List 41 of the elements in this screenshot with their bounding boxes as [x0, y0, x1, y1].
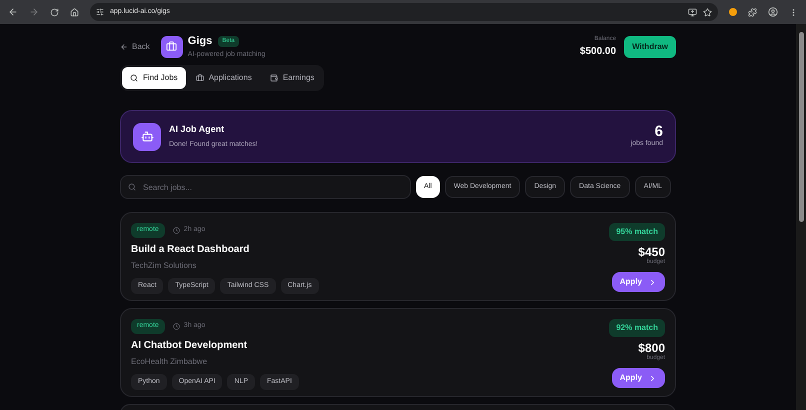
back-link[interactable]: Back — [120, 40, 150, 52]
wallet-icon — [270, 74, 278, 82]
apply-button[interactable]: Apply — [612, 368, 665, 388]
jobs-count: 6 — [654, 124, 663, 139]
extensions-icon[interactable] — [748, 8, 757, 16]
page-title: Gigs — [188, 34, 212, 49]
company-name: TechZim Solutions — [131, 260, 198, 272]
match-badge: 95% match — [609, 223, 665, 241]
tab[interactable]: Applications — [188, 67, 260, 89]
tab[interactable]: Earnings — [262, 67, 322, 89]
search-field[interactable]: Search jobs... — [120, 175, 411, 199]
balance-amount: $500.00 — [580, 44, 616, 58]
clock-icon — [172, 322, 180, 330]
tab[interactable]: Find Jobs — [122, 67, 186, 89]
briefcase-icon — [160, 36, 183, 58]
job-title: AI Chatbot Development — [131, 338, 248, 352]
reload-icon[interactable] — [50, 8, 59, 16]
back-icon[interactable] — [8, 7, 18, 17]
briefcase-icon — [196, 74, 204, 82]
budget-amount: $800 — [638, 342, 665, 354]
apply-button[interactable]: Apply — [612, 272, 665, 292]
job-title: Build a React Dashboard — [131, 242, 250, 256]
bookmark-star-icon[interactable] — [703, 8, 712, 16]
home-icon[interactable] — [70, 8, 79, 16]
profile-icon[interactable] — [768, 7, 778, 17]
search-icon — [128, 183, 136, 191]
chevron-icon — [648, 278, 657, 286]
agent-title: AI Job Agent — [169, 123, 226, 136]
chevron-icon — [648, 374, 657, 382]
site-settings-icon[interactable] — [96, 8, 104, 16]
clock-icon — [172, 226, 180, 234]
forward-icon[interactable] — [29, 7, 39, 17]
arrow-left-icon — [120, 42, 128, 50]
company-name: EcoHealth Zimbabwe — [131, 356, 208, 368]
match-badge: 92% match — [609, 319, 665, 337]
cast-icon[interactable] — [688, 8, 697, 16]
withdraw-button[interactable]: Withdraw — [624, 36, 676, 58]
budget-amount: $450 — [638, 246, 665, 258]
search-icon — [130, 74, 138, 82]
extension-icon[interactable] — [729, 8, 737, 16]
robot-icon — [133, 122, 161, 150]
